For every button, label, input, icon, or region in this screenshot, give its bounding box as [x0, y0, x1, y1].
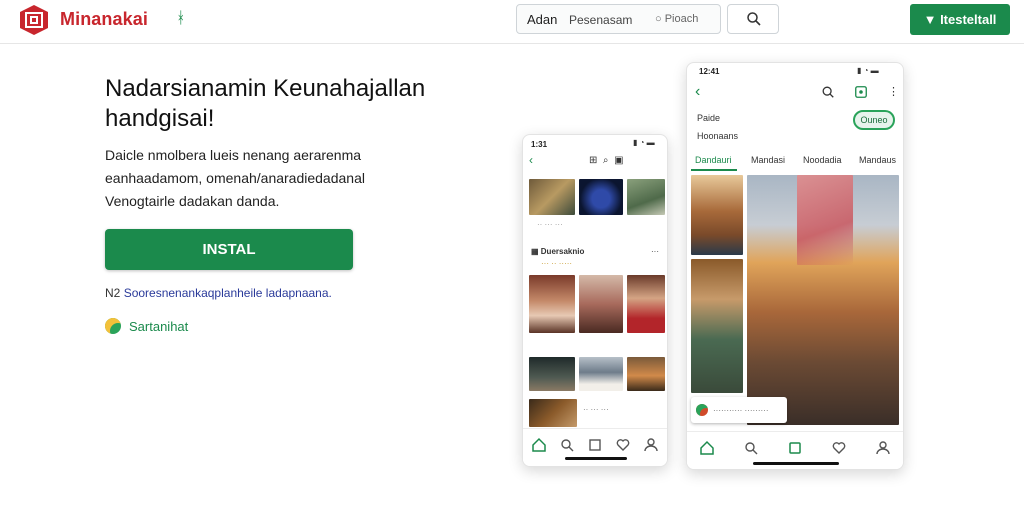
- header-install-button[interactable]: ▼ Itesteltall: [910, 4, 1010, 35]
- photo-main-flag: [797, 175, 853, 265]
- home-indicator: [565, 457, 627, 460]
- hero-description: Daicle nmolbera lueis nenang aerarenma e…: [105, 147, 365, 209]
- location-chip[interactable]: ··········· ·········: [691, 397, 787, 423]
- status-icons: ▮ ◔ ▬: [857, 66, 879, 75]
- search-left-text: Adan: [527, 12, 558, 27]
- thumb-1[interactable]: [529, 179, 575, 215]
- hero-headline: Nadarsianamin Keunahajallan handgisai!: [105, 75, 426, 132]
- home-icon[interactable]: [531, 437, 547, 453]
- search-mid-text: Pesenasam: [569, 13, 633, 27]
- install-button[interactable]: INSTAL: [105, 229, 353, 270]
- heart-icon[interactable]: [831, 440, 847, 456]
- extra-badge-icon: [105, 318, 121, 334]
- tab-2[interactable]: Mandasi: [751, 155, 785, 165]
- search-input[interactable]: Adan Pesenasam ○ Pioach: [516, 4, 721, 34]
- phone-mockup-small: 1:31 ▮ ◔ ▬ ‹ ⊞ ⌕ ▣ ·· ··· ··· ▦ Duersakn…: [522, 134, 668, 467]
- search-icon[interactable]: [559, 437, 575, 453]
- thumb-2[interactable]: [579, 179, 623, 215]
- page-title: Paide: [697, 113, 721, 123]
- top-header: Minanakai ᚼ Adan Pesenasam ○ Pioach ▼ It…: [0, 0, 1024, 44]
- photo-6[interactable]: [627, 275, 665, 333]
- more-icon[interactable]: ···: [651, 247, 659, 256]
- photo-b[interactable]: [691, 259, 743, 393]
- thumb-caption-row: ·· ··· ···: [537, 220, 563, 229]
- phone-mockup-large: 12:41 ▮ ◔ ▬ ‹ ⋮ Paide Hoonaans Dandauri …: [686, 62, 904, 470]
- download-icon: ▼: [923, 12, 937, 27]
- brand-name[interactable]: Minanakai: [60, 9, 148, 30]
- tab-3[interactable]: Noodadia: [803, 155, 842, 165]
- grid-icon[interactable]: [587, 437, 603, 453]
- home-icon[interactable]: [699, 440, 715, 456]
- grid-icon[interactable]: [787, 440, 803, 456]
- photo-5[interactable]: [579, 275, 623, 333]
- landing-page: Minanakai ᚼ Adan Pesenasam ○ Pioach ▼ It…: [0, 0, 1024, 512]
- toolbar-icons[interactable]: ⊞ ⌕ ▣: [589, 155, 624, 166]
- bottom-nav-large: [687, 431, 903, 469]
- photo-8[interactable]: [579, 357, 623, 391]
- chip-icon: [696, 404, 708, 416]
- bottom-nav-small: [523, 428, 667, 466]
- install-note: N2 Sooresnenankaqplanheile ladapnaana.: [105, 286, 332, 300]
- thumb-3[interactable]: [627, 179, 665, 215]
- photo-a[interactable]: [691, 175, 743, 255]
- search-icon[interactable]: [743, 440, 759, 456]
- back-arrow-icon[interactable]: ‹: [529, 153, 533, 167]
- page-subtitle: Hoonaans: [697, 131, 739, 141]
- heart-icon[interactable]: [615, 437, 631, 453]
- search-icon[interactable]: [821, 85, 835, 99]
- status-icons: ▮ ◔ ▬: [633, 138, 655, 147]
- more-icon[interactable]: ⋮: [888, 85, 899, 98]
- action-pill[interactable]: Ouneo: [853, 110, 895, 130]
- extra-link[interactable]: Sartanihat: [105, 318, 188, 334]
- tab-1[interactable]: Dandauri: [695, 155, 732, 165]
- section-meta: ··· ·· ·····: [541, 259, 573, 268]
- photo-4[interactable]: [529, 275, 575, 333]
- brand-glyph-icon: ᚼ: [176, 10, 186, 27]
- back-arrow-icon[interactable]: ‹: [695, 83, 700, 101]
- photo-10-caption: ·· ··· ···: [583, 405, 609, 414]
- photo-7[interactable]: [529, 357, 575, 391]
- status-time: 1:31: [531, 140, 548, 149]
- search-button[interactable]: [727, 4, 779, 34]
- logo-emblem-icon[interactable]: [18, 4, 50, 36]
- tab-4[interactable]: Mandaus: [859, 155, 896, 165]
- bookmark-icon[interactable]: [854, 85, 868, 99]
- home-indicator: [753, 462, 839, 465]
- profile-icon[interactable]: [643, 437, 659, 453]
- status-time: 12:41: [699, 67, 720, 76]
- install-note-link: Sooresnenankaqplanheile ladapnaana.: [123, 286, 332, 300]
- search-right-text: ○ Pioach: [655, 13, 699, 25]
- photo-10[interactable]: [529, 399, 577, 427]
- search-icon: [747, 12, 761, 26]
- profile-icon[interactable]: [875, 440, 891, 456]
- photo-9[interactable]: [627, 357, 665, 391]
- active-tab-indicator: [691, 169, 737, 171]
- section-title: ▦ Duersaknio: [531, 247, 585, 256]
